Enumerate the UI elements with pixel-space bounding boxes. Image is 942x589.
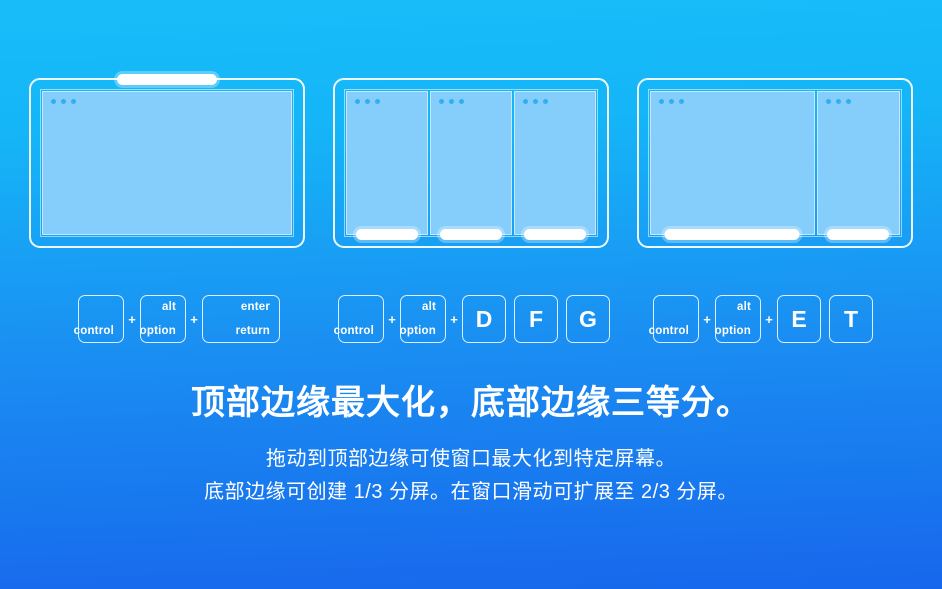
traffic-light-dot xyxy=(659,99,664,104)
diagram-row xyxy=(0,74,942,250)
traffic-lights-icon xyxy=(355,99,380,104)
traffic-light-dot xyxy=(439,99,444,104)
window-pane-third-2 xyxy=(430,91,512,240)
screen-diagram-thirds xyxy=(333,78,609,248)
body-copy: 拖动到顶部边缘可使窗口最大化到特定屏幕。 底部边缘可创建 1/3 分屏。在窗口滑… xyxy=(0,443,942,509)
window-pane-third-3 xyxy=(514,91,596,240)
grab-handle-pill-bottom xyxy=(664,229,800,240)
traffic-lights-icon xyxy=(825,99,851,104)
traffic-light-dot xyxy=(71,99,76,104)
traffic-light-dot xyxy=(449,99,454,104)
traffic-light-dot xyxy=(375,99,380,104)
key-label-return: return xyxy=(235,325,270,337)
key-option[interactable]: alt option xyxy=(140,295,186,343)
key-d[interactable]: D xyxy=(462,295,506,343)
plus-separator-icon: + xyxy=(703,311,711,327)
traffic-light-dot xyxy=(459,99,464,104)
plus-separator-icon: + xyxy=(450,311,458,327)
slide-root: control + alt option + enter return cont… xyxy=(0,0,942,589)
key-control[interactable]: control xyxy=(74,295,124,343)
key-e[interactable]: E xyxy=(777,295,821,343)
window-pane-two-thirds xyxy=(650,91,815,240)
traffic-light-dot xyxy=(669,99,674,104)
key-label-enter: enter xyxy=(240,301,270,313)
traffic-light-dot xyxy=(51,99,56,104)
key-label-alt: alt xyxy=(736,301,751,313)
key-control[interactable]: control xyxy=(649,295,699,343)
key-f[interactable]: F xyxy=(514,295,558,343)
key-control[interactable]: control xyxy=(334,295,384,343)
shortcut-group-two-thirds: control + alt option + E T xyxy=(649,293,873,345)
key-enter-return[interactable]: enter return xyxy=(202,295,280,343)
key-label-control: control xyxy=(648,325,689,337)
traffic-light-dot xyxy=(845,99,851,104)
plus-separator-icon: + xyxy=(190,311,198,327)
key-g[interactable]: G xyxy=(566,295,610,343)
traffic-light-dot xyxy=(533,99,538,104)
key-option[interactable]: alt option xyxy=(400,295,446,343)
traffic-lights-icon xyxy=(659,99,684,104)
screen-diagram-maximize xyxy=(29,74,305,248)
window-pane-full xyxy=(42,91,292,235)
traffic-light-dot xyxy=(679,99,684,104)
key-label-option: option xyxy=(139,325,176,337)
traffic-lights-icon xyxy=(523,99,548,104)
traffic-light-dot xyxy=(523,99,528,104)
grab-handle-pill-top xyxy=(117,74,217,85)
grab-handle-pill-bottom xyxy=(356,229,418,240)
key-label-alt: alt xyxy=(421,301,436,313)
key-option[interactable]: alt option xyxy=(715,295,761,343)
key-label-option: option xyxy=(399,325,436,337)
headline: 顶部边缘最大化，底部边缘三等分。 xyxy=(191,384,751,422)
traffic-light-dot xyxy=(825,99,831,104)
key-label-control: control xyxy=(73,325,114,337)
screen-diagram-two-thirds xyxy=(637,78,913,248)
traffic-lights-icon xyxy=(51,99,76,104)
key-label-control: control xyxy=(333,325,374,337)
shortcut-group-thirds: control + alt option + D F G xyxy=(334,293,610,345)
grab-handle-pill-bottom xyxy=(524,229,586,240)
screen-inner xyxy=(648,89,902,240)
shortcuts-row: control + alt option + enter return cont… xyxy=(0,293,942,345)
body-line-1: 拖动到顶部边缘可使窗口最大化到特定屏幕。 xyxy=(266,447,676,470)
grab-handle-pill-bottom xyxy=(440,229,502,240)
key-label-alt: alt xyxy=(161,301,176,313)
screen-inner xyxy=(344,89,598,240)
key-t[interactable]: T xyxy=(829,295,873,343)
traffic-light-dot xyxy=(543,99,548,104)
plus-separator-icon: + xyxy=(388,311,396,327)
grab-handle-pill-bottom xyxy=(827,229,890,240)
traffic-light-dot xyxy=(835,99,841,104)
screen-inner xyxy=(40,89,294,237)
traffic-light-dot xyxy=(61,99,66,104)
window-pane-third xyxy=(816,91,900,240)
text-block: 顶部边缘最大化，底部边缘三等分。 拖动到顶部边缘可使窗口最大化到特定屏幕。 底部… xyxy=(0,382,942,509)
shortcut-group-maximize: control + alt option + enter return xyxy=(74,293,280,345)
key-label-option: option xyxy=(714,325,751,337)
window-pane-third-1 xyxy=(346,91,428,240)
traffic-light-dot xyxy=(355,99,360,104)
plus-separator-icon: + xyxy=(765,311,773,327)
traffic-lights-icon xyxy=(439,99,464,104)
plus-separator-icon: + xyxy=(128,311,136,327)
traffic-light-dot xyxy=(365,99,370,104)
body-line-2: 底部边缘可创建 1/3 分屏。在窗口滑动可扩展至 2/3 分屏。 xyxy=(204,480,738,503)
